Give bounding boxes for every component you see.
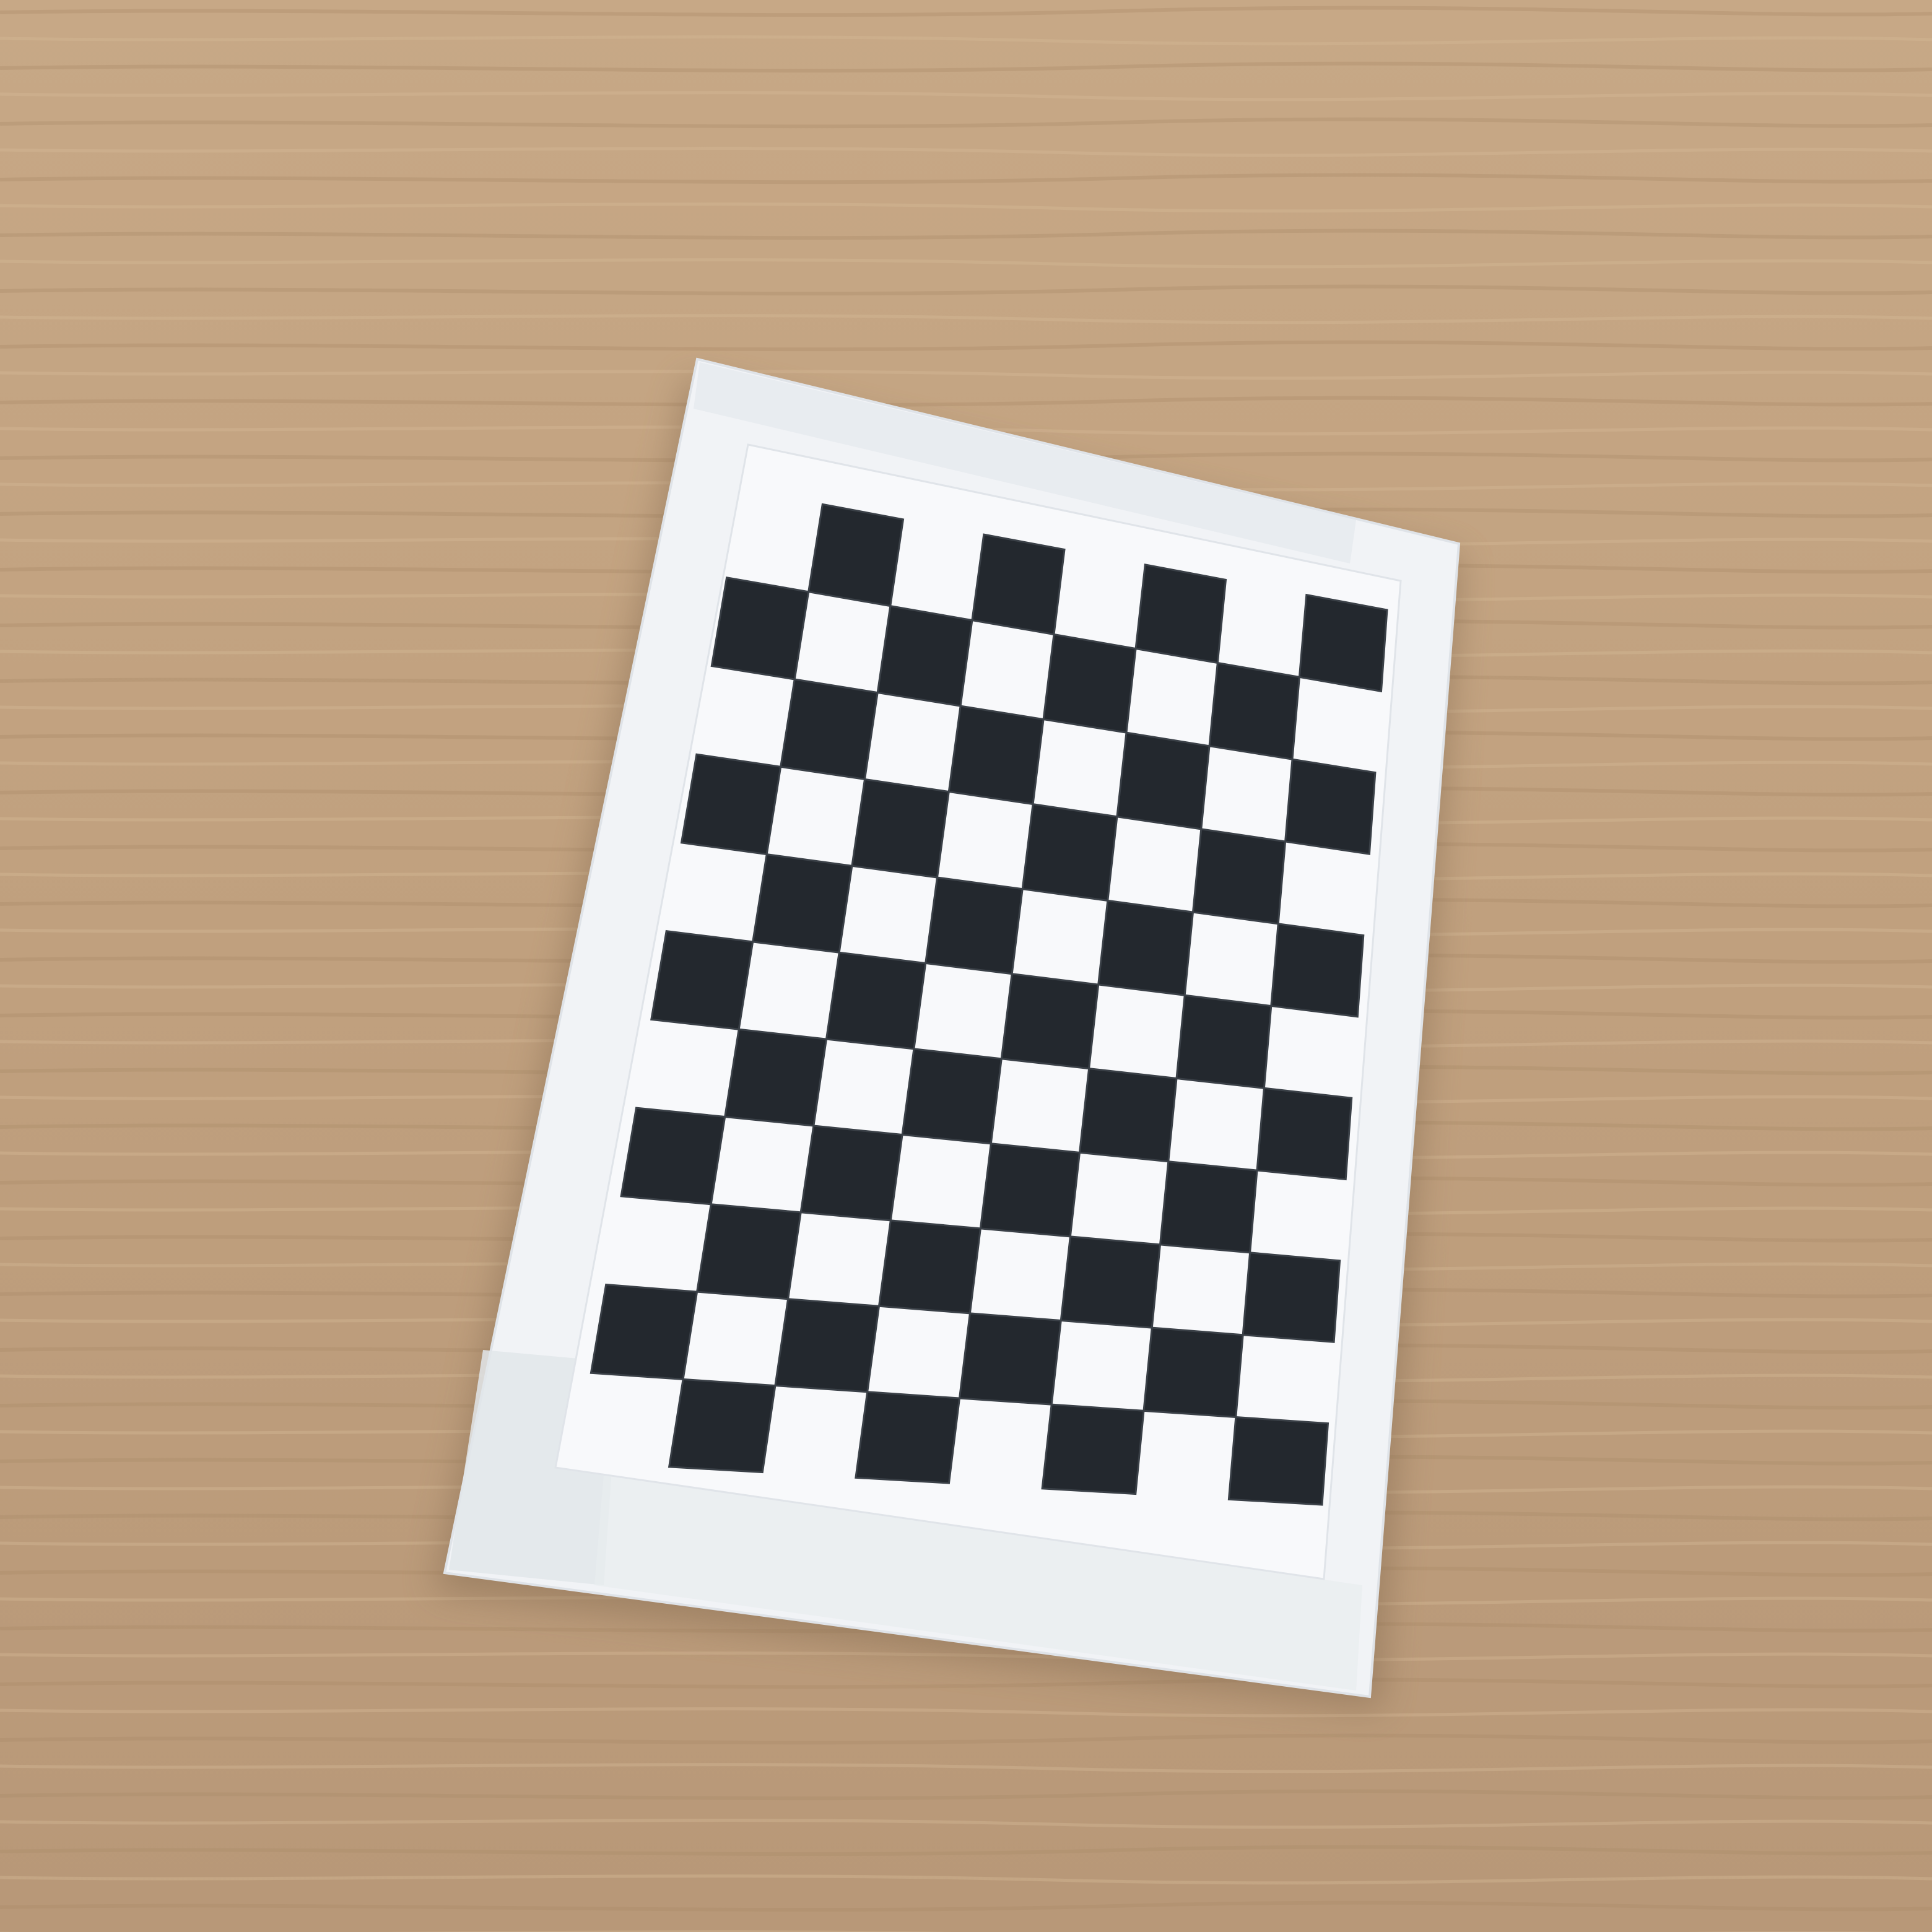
checker-dark-square bbox=[1227, 1416, 1329, 1506]
checker-dark-square bbox=[1000, 973, 1100, 1070]
checker-dark-square bbox=[1021, 803, 1118, 902]
checker-dark-square bbox=[650, 929, 754, 1030]
checker-dark-square bbox=[1142, 1326, 1244, 1419]
checker-dark-square bbox=[779, 678, 879, 781]
checker-dark-square bbox=[825, 951, 927, 1050]
checker-dark-square bbox=[925, 876, 1024, 975]
checker-dark-square bbox=[723, 1028, 828, 1127]
checker-dark-square bbox=[1256, 1087, 1353, 1181]
checker-dark-square bbox=[1097, 899, 1194, 996]
checker-dark-square bbox=[680, 753, 782, 856]
checker-dark-square bbox=[590, 1283, 698, 1380]
checker-dark-square bbox=[1159, 1160, 1258, 1254]
checker-dark-square bbox=[1041, 1403, 1145, 1495]
checker-dark-square bbox=[1175, 994, 1273, 1089]
checker-dark-square bbox=[876, 604, 973, 707]
checker-dark-square bbox=[1208, 661, 1301, 760]
checker-dark-square bbox=[877, 1219, 982, 1315]
checker-dark-square bbox=[1191, 828, 1287, 925]
checker-dark-square bbox=[799, 1125, 903, 1222]
checker-dark-square bbox=[855, 1391, 961, 1484]
checker-dark-square bbox=[774, 1298, 881, 1393]
checker-dark-square bbox=[695, 1203, 802, 1300]
checker-dark-square bbox=[1134, 564, 1227, 664]
checker-dark-square bbox=[1060, 1235, 1162, 1329]
checker-dark-square bbox=[620, 1107, 726, 1206]
checker-dark-square bbox=[947, 705, 1045, 806]
checker-dark-square bbox=[971, 533, 1066, 636]
checker-dark-square bbox=[1284, 758, 1377, 855]
checker-dark-square bbox=[958, 1312, 1062, 1406]
checker-dark-square bbox=[668, 1378, 777, 1474]
checker-dark-square bbox=[1242, 1251, 1341, 1343]
checker-dark-square bbox=[1078, 1067, 1178, 1163]
checker-dark-square bbox=[807, 503, 905, 607]
checker-dark-square bbox=[1270, 923, 1365, 1018]
checker-dark-square bbox=[1116, 731, 1211, 830]
photo-scene bbox=[0, 0, 1932, 1932]
checker-dark-square bbox=[1042, 633, 1137, 734]
checker-dark-square bbox=[979, 1142, 1081, 1238]
checker-dark-square bbox=[710, 576, 810, 681]
checker-dark-square bbox=[751, 853, 853, 954]
checker-dark-square bbox=[901, 1048, 1003, 1145]
checker-dark-square bbox=[1298, 593, 1388, 693]
checker-dark-square bbox=[851, 778, 950, 879]
